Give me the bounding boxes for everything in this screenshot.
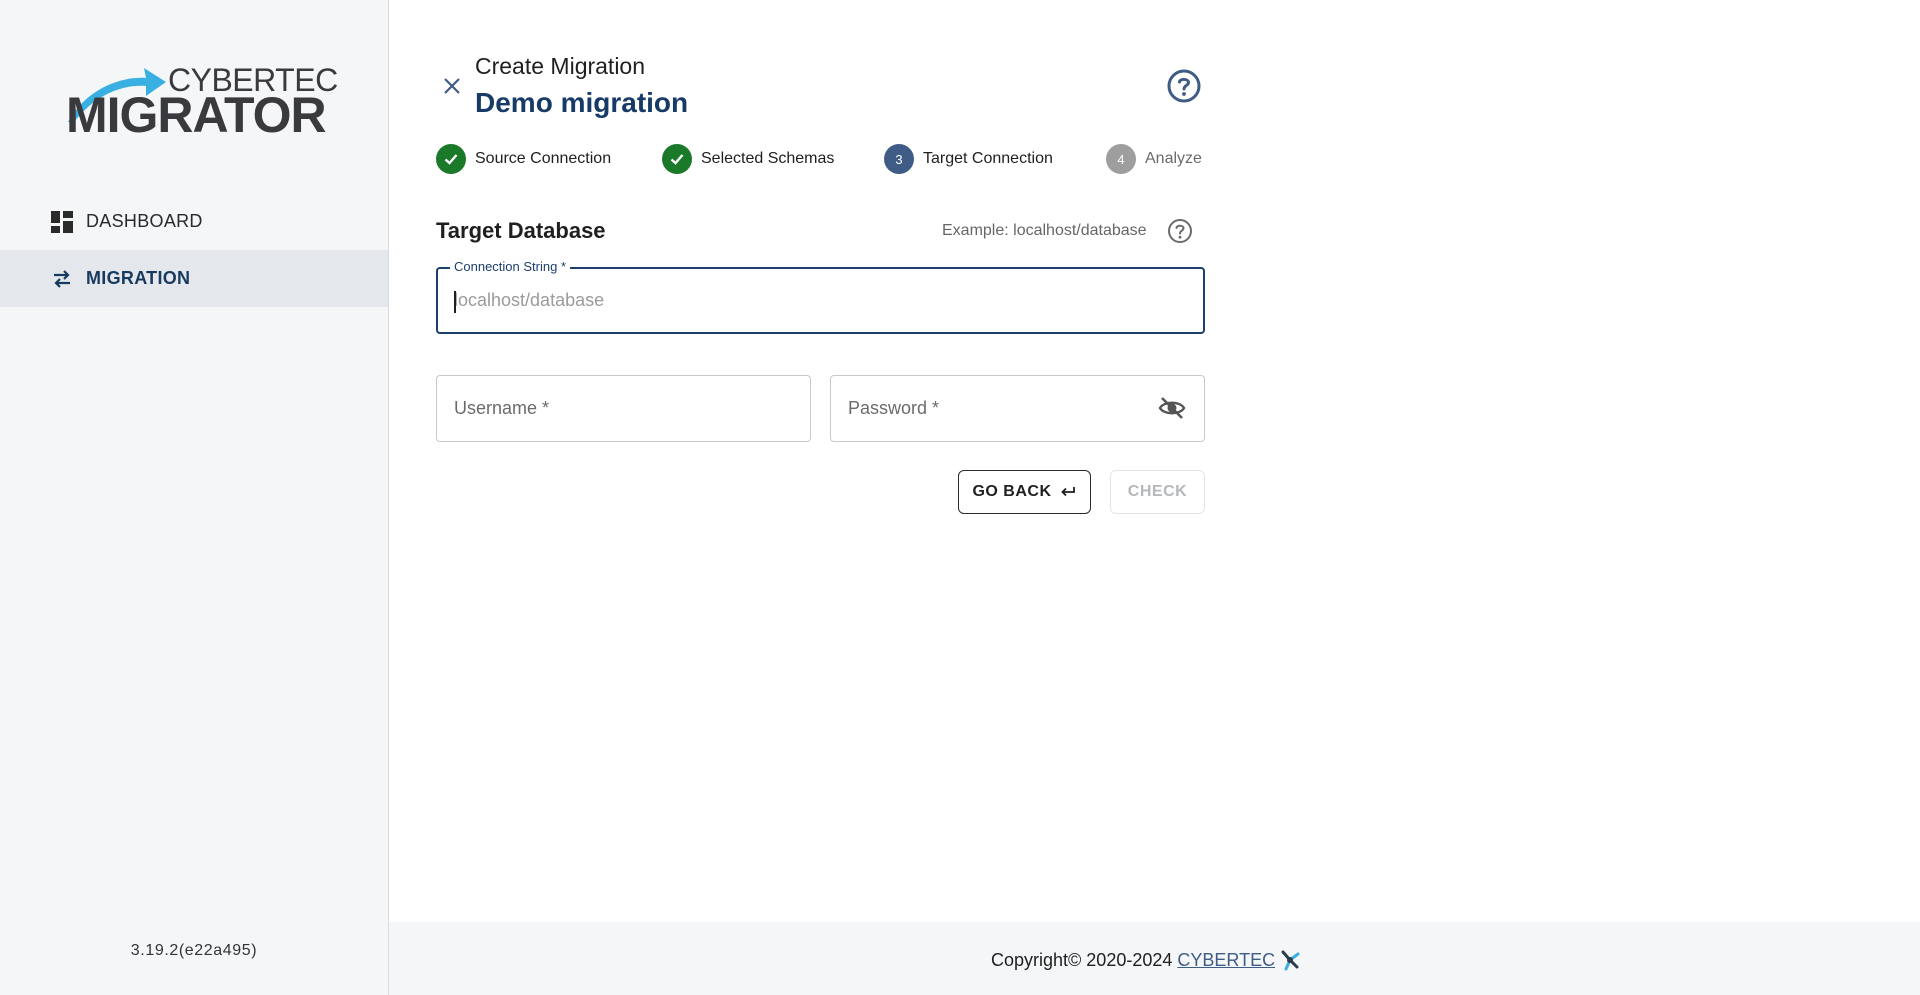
connection-string-label: Connection String *	[450, 259, 571, 274]
sidebar-item-dashboard[interactable]: DASHBOARD	[0, 193, 388, 250]
close-button[interactable]	[438, 72, 466, 100]
cybertec-link[interactable]: CYBERTEC	[1177, 950, 1275, 971]
sidebar-item-label: MIGRATION	[86, 268, 191, 288]
step-label: Selected Schemas	[701, 150, 835, 167]
password-input[interactable]	[831, 376, 1204, 441]
page-title: Create Migration	[475, 53, 646, 79]
step-label: Analyze	[1145, 150, 1202, 167]
copyright-text: Copyright© 2020-2024	[991, 949, 1173, 970]
step-label: Target Connection	[923, 150, 1053, 167]
return-arrow-icon	[1060, 487, 1075, 497]
check-circle-icon	[436, 144, 466, 174]
check-button[interactable]: CHECK	[1110, 470, 1205, 514]
go-back-button[interactable]: GO BACK	[958, 470, 1091, 514]
help-icon[interactable]	[1166, 217, 1194, 245]
sidebar-item-label: DASHBOARD	[86, 211, 203, 231]
sidebar-nav: DASHBOARD MIGRATION	[0, 193, 388, 307]
sidebar-item-migration[interactable]: MIGRATION	[0, 250, 388, 307]
step-selected-schemas: Selected Schemas	[662, 144, 834, 174]
username-field[interactable]: Username *	[436, 375, 811, 442]
logo-text-bottom: MIGRATOR	[66, 87, 327, 143]
help-icon[interactable]	[1166, 68, 1202, 104]
go-back-label: GO BACK	[972, 483, 1052, 500]
visibility-off-icon[interactable]	[1158, 394, 1186, 422]
footer: Copyright© 2020-2024 CYBERTEC	[389, 922, 1920, 995]
sidebar: CYBERTEC MIGRATOR DASHBOARD MIGRATION 3.…	[0, 0, 389, 995]
cybertec-logo-icon	[1281, 950, 1300, 971]
migration-name: Demo migration	[475, 87, 689, 118]
step-label: Source Connection	[475, 150, 612, 167]
step-number-badge: 4	[1106, 144, 1136, 174]
footer-content: Copyright© 2020-2024 CYBERTEC	[991, 948, 1302, 972]
migrator-logo: CYBERTEC MIGRATOR	[66, 62, 338, 140]
example-hint: Example: localhost/database	[942, 222, 1147, 239]
dashboard-icon	[50, 210, 74, 234]
close-icon	[444, 78, 460, 94]
text-caret	[454, 291, 456, 313]
connection-string-input[interactable]	[438, 269, 1203, 332]
step-target-connection: 3 Target Connection	[884, 144, 1053, 174]
connection-string-field[interactable]: Connection String *	[436, 259, 1205, 334]
step-source-connection: Source Connection	[436, 144, 611, 174]
swap-arrows-icon	[50, 267, 74, 291]
username-input[interactable]	[437, 376, 810, 441]
section-title: Target Database	[436, 218, 606, 243]
check-circle-icon	[662, 144, 692, 174]
stepper: Source Connection Selected Schemas 3 Tar…	[436, 144, 1205, 174]
step-analyze: 4 Analyze	[1106, 144, 1202, 174]
app-version: 3.19.2(e22a495)	[130, 942, 258, 959]
password-field[interactable]: Password *	[830, 375, 1205, 442]
step-number-badge: 3	[884, 144, 914, 174]
